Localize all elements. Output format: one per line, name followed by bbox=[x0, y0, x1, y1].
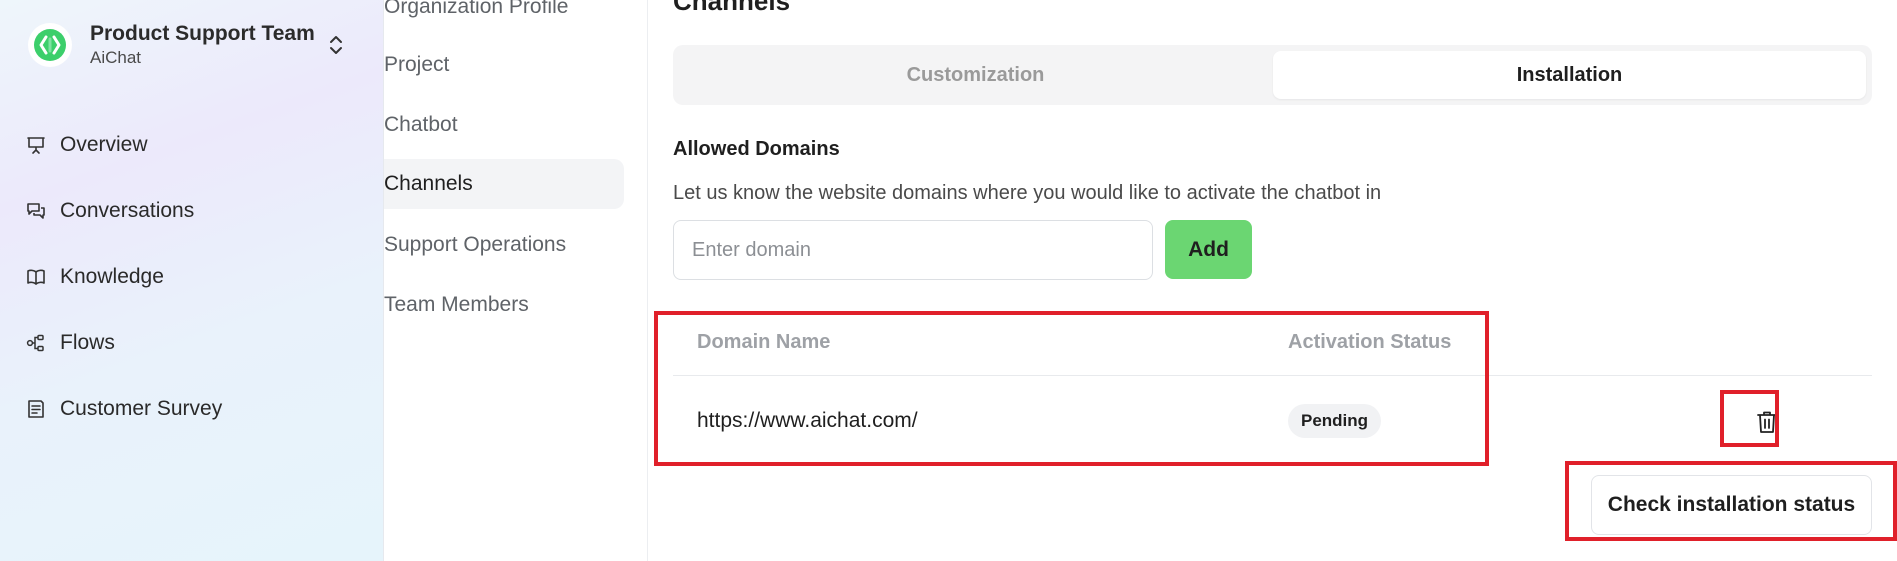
tab-customization[interactable]: Customization bbox=[679, 51, 1272, 99]
sidebar-item-label: Knowledge bbox=[60, 265, 164, 288]
book-icon bbox=[24, 265, 48, 289]
submenu-item-support-operations[interactable]: Support Operations bbox=[384, 220, 624, 270]
tab-installation[interactable]: Installation bbox=[1273, 51, 1866, 99]
sidebar: Product Support Team AiChat Overview Con… bbox=[0, 0, 384, 561]
submenu-item-label: Chatbot bbox=[384, 113, 458, 136]
app-window: Product Support Team AiChat Overview Con… bbox=[0, 0, 1897, 561]
chevron-up-down-icon[interactable] bbox=[324, 30, 348, 60]
submenu-item-label: Team Members bbox=[384, 293, 529, 316]
allowed-domains-title: Allowed Domains bbox=[673, 138, 840, 160]
team-switcher[interactable]: Product Support Team AiChat bbox=[28, 20, 348, 70]
sidebar-item-conversations[interactable]: Conversations bbox=[24, 178, 222, 244]
tabs: Customization Installation bbox=[673, 45, 1872, 105]
submenu-item-chatbot[interactable]: Chatbot bbox=[384, 100, 624, 150]
activation-status-cell: Pending bbox=[1288, 376, 1382, 466]
submenu-item-label: Project bbox=[384, 53, 450, 76]
sidebar-item-customer-survey[interactable]: Customer Survey bbox=[24, 376, 222, 442]
check-installation-status-button[interactable]: Check installation status bbox=[1591, 475, 1872, 535]
sidebar-item-label: Overview bbox=[60, 133, 148, 156]
domain-name-cell: https://www.aichat.com/ bbox=[697, 409, 918, 432]
add-domain-button[interactable]: Add bbox=[1165, 220, 1252, 279]
trash-icon bbox=[1757, 411, 1777, 433]
team-name: Product Support Team bbox=[90, 22, 315, 45]
submenu-item-project[interactable]: Project bbox=[384, 40, 624, 90]
column-header-domain-name: Domain Name bbox=[697, 331, 831, 353]
submenu-item-label: Support Operations bbox=[384, 233, 567, 256]
column-header-activation-status: Activation Status bbox=[1288, 331, 1452, 353]
settings-submenu: Organization Profile Project Chatbot Cha… bbox=[384, 0, 648, 561]
sidebar-item-label: Flows bbox=[60, 331, 115, 354]
domain-input[interactable] bbox=[673, 220, 1153, 280]
flow-icon bbox=[24, 331, 48, 355]
sidebar-nav: Overview Conversations Knowledge Flows C… bbox=[24, 112, 222, 442]
survey-icon bbox=[24, 397, 48, 421]
delete-domain-button[interactable] bbox=[1751, 406, 1783, 438]
main-content: Channels Customization Installation Allo… bbox=[649, 0, 1897, 561]
submenu-item-team-members[interactable]: Team Members bbox=[384, 280, 624, 330]
submenu-item-label: Organization Profile bbox=[384, 0, 569, 18]
team-subtitle: AiChat bbox=[90, 48, 142, 67]
submenu-item-label: Channels bbox=[384, 172, 473, 195]
submenu-item-organization-profile[interactable]: Organization Profile bbox=[384, 0, 624, 32]
sidebar-item-flows[interactable]: Flows bbox=[24, 310, 222, 376]
page-title: Channels bbox=[673, 0, 791, 16]
sidebar-item-label: Conversations bbox=[60, 199, 195, 222]
chat-bubbles-icon bbox=[24, 199, 48, 223]
sidebar-item-knowledge[interactable]: Knowledge bbox=[24, 244, 222, 310]
submenu-item-channels[interactable]: Channels bbox=[384, 159, 624, 209]
presentation-icon bbox=[24, 133, 48, 157]
sidebar-item-overview[interactable]: Overview bbox=[24, 112, 222, 178]
allowed-domains-description: Let us know the website domains where yo… bbox=[673, 182, 1382, 204]
sidebar-item-label: Customer Survey bbox=[60, 397, 223, 420]
aichat-logo-icon bbox=[28, 23, 72, 67]
status-badge: Pending bbox=[1288, 404, 1382, 438]
